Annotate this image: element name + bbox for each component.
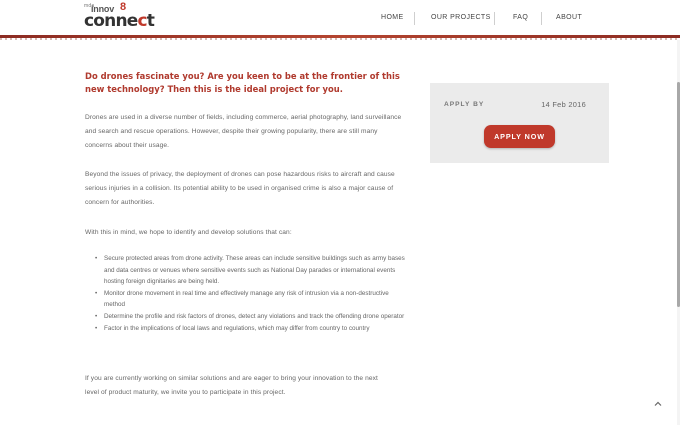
project-headline: Do drones fascinate you? Are you keen to… (85, 71, 400, 94)
logo-connect-part: conne (84, 11, 138, 31)
nav-our-projects[interactable]: OUR PROJECTS (431, 13, 491, 23)
project-headline-block: Do drones fascinate you? Are you keen to… (85, 70, 403, 96)
nav-divider (494, 12, 495, 25)
logo-connect-end: t (146, 11, 155, 31)
apply-by-label: APPLY BY (444, 101, 485, 108)
solutions-list: Secure protected areas from drone activi… (95, 253, 405, 334)
nav-home[interactable]: HOME (381, 13, 404, 23)
chevron-up-icon-svg (654, 401, 662, 406)
body-paragraph: Drones are used in a diverse number of f… (85, 114, 402, 149)
chevron-up-icon[interactable] (652, 395, 664, 407)
list-item: Factor in the implications of local laws… (95, 323, 405, 335)
nav-faq[interactable]: FAQ (513, 13, 528, 23)
apply-card: APPLY BY 14 Feb 2016 APPLY NOW (430, 83, 609, 163)
innov8-connect-logo[interactable]: mda innov 8 connect (84, 1, 164, 31)
logo-connect-accent: c (137, 11, 148, 31)
apply-by-date: 14 Feb 2016 (541, 100, 586, 109)
body-paragraph: If you are currently working on similar … (85, 375, 378, 396)
header-divider-pattern (0, 38, 680, 40)
body-paragraph: With this in mind, we hope to identify a… (85, 229, 292, 236)
apply-now-button[interactable]: APPLY NOW (484, 125, 555, 148)
list-item: Secure protected areas from drone activi… (95, 253, 405, 288)
site-header: mda innov 8 connect HOME OUR PROJECTS FA… (0, 0, 680, 36)
list-item: Monitor drone movement in real time and … (95, 288, 405, 311)
body-paragraph: Beyond the issues of privacy, the deploy… (85, 171, 395, 206)
nav-divider (414, 12, 415, 25)
list-item: Determine the profile and risk factors o… (95, 311, 405, 323)
nav-about[interactable]: ABOUT (556, 13, 582, 23)
nav-divider (541, 12, 542, 25)
logo-connect-text: connect (84, 11, 155, 31)
